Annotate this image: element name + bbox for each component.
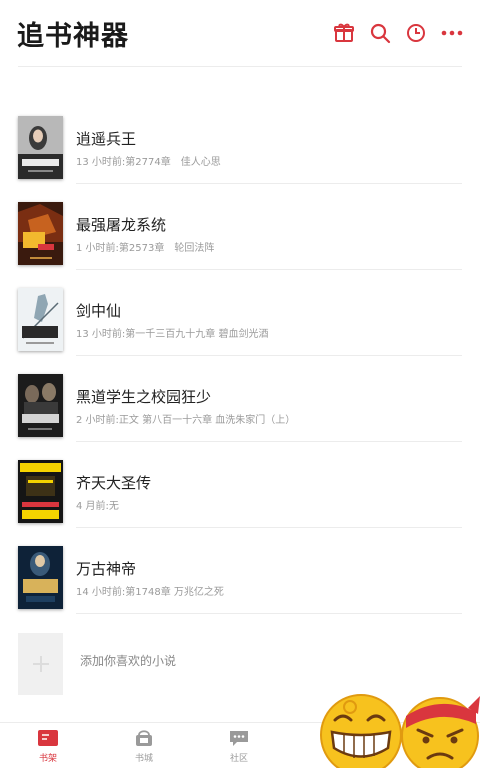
book-title: 剑中仙 <box>76 302 122 320</box>
bookshelf-icon <box>38 730 58 746</box>
book-update-info: 14 小时前:第1748章 万兆亿之死 <box>76 587 224 598</box>
tab-label: 社区 <box>229 754 248 764</box>
book-update-info: 1 小时前:第2573章 轮回法阵 <box>76 243 215 254</box>
community-icon <box>230 731 248 746</box>
more-icon[interactable] <box>439 20 465 46</box>
tab-community[interactable]: 社区 <box>209 729 269 764</box>
row-divider <box>76 613 462 614</box>
add-book-label: 添加你喜欢的小说 <box>80 654 177 668</box>
bookstore-icon <box>136 730 152 746</box>
book-item[interactable]: 逍遥兵王 13 小时前:第2774章 佳人心思 <box>0 98 480 184</box>
add-book-button[interactable] <box>18 633 63 695</box>
plus-icon <box>32 656 49 672</box>
tab-bookshelf[interactable]: 书架 <box>18 729 78 764</box>
book-update-info: 13 小时前:第2774章 佳人心思 <box>76 157 221 168</box>
book-update-info: 4 月前:无 <box>76 501 119 512</box>
book-cover <box>18 546 63 609</box>
book-cover <box>18 202 63 265</box>
search-icon[interactable] <box>367 20 393 46</box>
book-item[interactable]: 万古神帝 14 小时前:第1748章 万兆亿之死 <box>0 528 480 614</box>
app-header: 追书神器 <box>0 0 480 67</box>
book-item[interactable]: 齐天大圣传 4 月前:无 <box>0 442 480 528</box>
app-title: 追书神器 <box>17 21 129 52</box>
header-divider <box>18 66 462 67</box>
book-title: 逍遥兵王 <box>76 130 137 148</box>
book-title: 最强屠龙系统 <box>76 216 167 234</box>
book-title: 万古神帝 <box>76 560 137 578</box>
bookshelf-list: 逍遥兵王 13 小时前:第2774章 佳人心思 最强屠龙系统 1 小时前:第25… <box>0 98 480 614</box>
book-update-info: 13 小时前:第一千三百九十九章 碧血剑光酒 <box>76 329 269 340</box>
bottom-tab-bar: 书架 书城 社区 <box>0 722 480 768</box>
book-item[interactable]: 剑中仙 13 小时前:第一千三百九十九章 碧血剑光酒 <box>0 270 480 356</box>
book-cover <box>18 460 63 523</box>
tab-label: 书架 <box>38 754 57 764</box>
book-cover <box>18 288 63 351</box>
tab-label: 书城 <box>134 754 153 764</box>
book-update-info: 2 小时前:正文 第八百一十六章 血洗朱家门（上） <box>76 415 296 426</box>
add-book-row[interactable]: 添加你喜欢的小说 <box>0 630 480 698</box>
history-icon[interactable] <box>403 20 429 46</box>
book-title: 齐天大圣传 <box>76 474 152 492</box>
book-item[interactable]: 黑道学生之校园狂少 2 小时前:正文 第八百一十六章 血洗朱家门（上） <box>0 356 480 442</box>
tab-bookstore[interactable]: 书城 <box>114 729 174 764</box>
book-title: 黑道学生之校园狂少 <box>76 388 212 406</box>
book-cover <box>18 374 63 437</box>
book-item[interactable]: 最强屠龙系统 1 小时前:第2573章 轮回法阵 <box>0 184 480 270</box>
book-cover <box>18 116 63 179</box>
gift-icon[interactable] <box>331 20 357 46</box>
